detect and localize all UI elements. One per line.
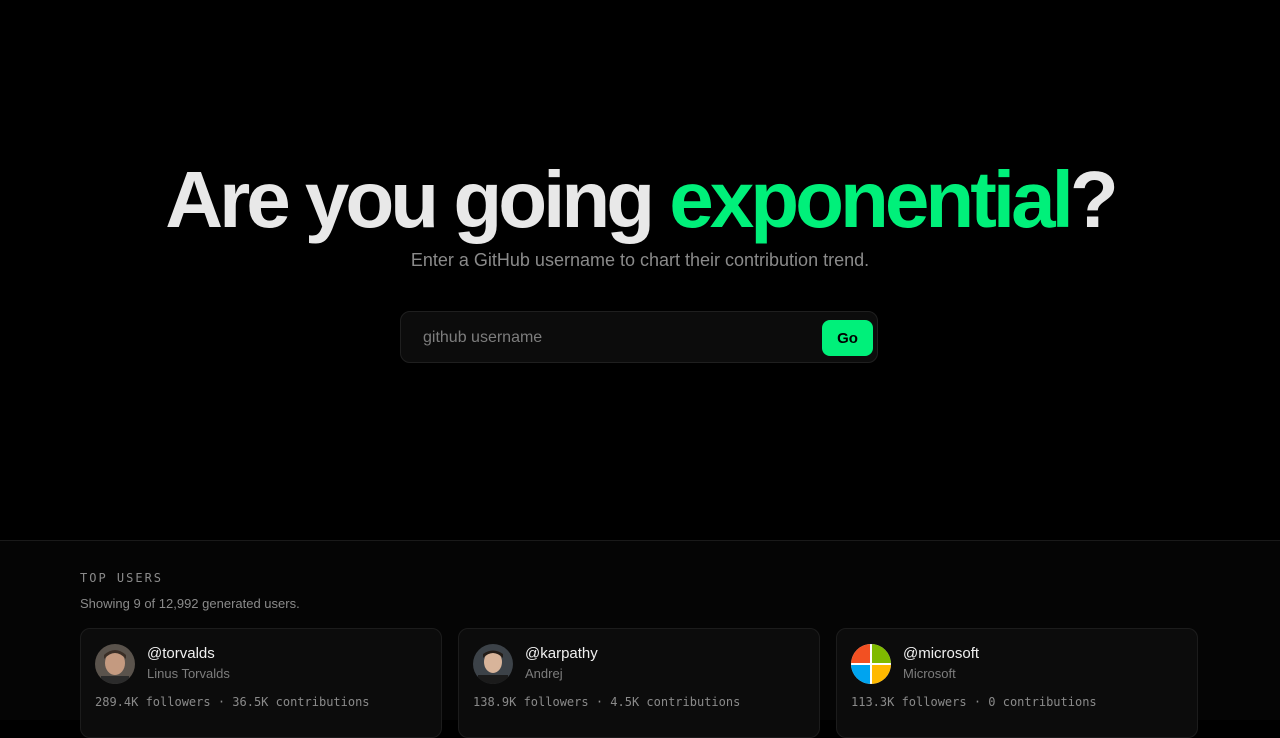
headline-accent: exponential [669, 155, 1074, 244]
microsoft-logo-icon [851, 644, 891, 684]
user-stats: 113.3K followers · 0 contributions [851, 695, 1097, 709]
subtitle: Enter a GitHub username to chart their c… [410, 250, 870, 270]
users-count-note: Showing 9 of 12,992 generated users. [80, 596, 300, 611]
user-full-name: Andrej [525, 666, 563, 681]
avatar [95, 644, 135, 684]
user-handle: @torvalds [147, 645, 215, 662]
headline-end: ? [1069, 155, 1119, 244]
user-card-karpathy[interactable]: @karpathy Andrej 138.9K followers · 4.5K… [458, 628, 820, 738]
search-form: Go [400, 311, 878, 364]
user-card-torvalds[interactable]: @torvalds Linus Torvalds 289.4K follower… [80, 628, 442, 738]
page-title: Are you going exponential? [0, 152, 1280, 248]
user-full-name: Microsoft [903, 666, 956, 681]
headline-main: Are you going [165, 155, 670, 244]
user-handle: @microsoft [903, 645, 980, 662]
section-label: TOP USERS [80, 571, 164, 585]
user-full-name: Linus Torvalds [147, 666, 230, 681]
hero-section: Are you going exponential? Enter a GitHu… [0, 0, 1280, 540]
user-stats: 138.9K followers · 4.5K contributions [473, 695, 741, 709]
username-input[interactable] [421, 312, 815, 364]
user-stats: 289.4K followers · 36.5K contributions [95, 695, 370, 709]
top-users-section: TOP USERS Showing 9 of 12,992 generated … [0, 541, 1280, 738]
avatar [473, 644, 513, 684]
go-button[interactable]: Go [822, 320, 873, 356]
user-handle: @karpathy [525, 645, 598, 662]
user-card-microsoft[interactable]: @microsoft Microsoft 113.3K followers · … [836, 628, 1198, 738]
